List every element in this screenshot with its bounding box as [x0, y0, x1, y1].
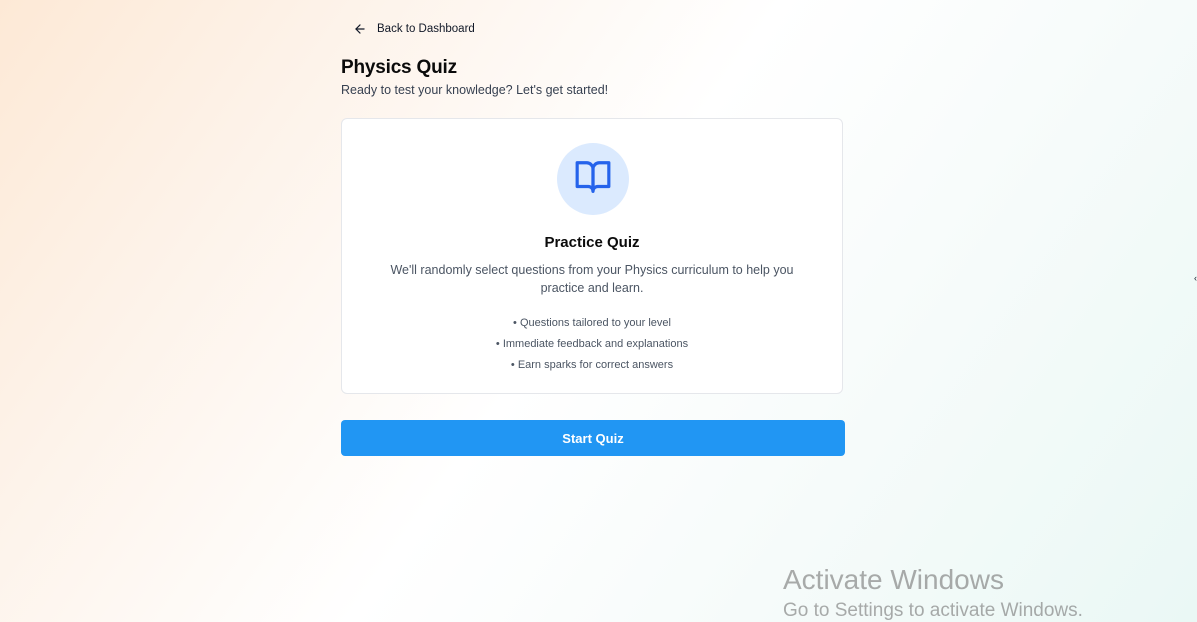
back-to-dashboard-link[interactable]: Back to Dashboard — [345, 17, 483, 41]
feature-item: Earn sparks for correct answers — [342, 355, 842, 376]
page-title: Physics Quiz — [341, 57, 457, 78]
card-title: Practice Quiz — [544, 234, 640, 251]
watermark-subtitle: Go to Settings to activate Windows. — [783, 600, 1083, 621]
watermark-title: Activate Windows — [783, 564, 1004, 595]
activate-windows-watermark: Activate Windows Go to Settings to activ… — [783, 563, 1083, 622]
arrow-left-icon — [353, 22, 367, 36]
page-subtitle: Ready to test your knowledge? Let's get … — [341, 83, 609, 97]
card-description: We'll randomly select questions from you… — [390, 263, 794, 295]
back-link-label: Back to Dashboard — [377, 23, 475, 35]
start-quiz-button[interactable]: Start Quiz — [341, 420, 845, 456]
icon-circle — [557, 143, 629, 215]
feature-list: Questions tailored to your level Immedia… — [342, 313, 842, 376]
practice-quiz-card: Practice Quiz We'll randomly select ques… — [341, 118, 843, 394]
feature-item: Immediate feedback and explanations — [342, 334, 842, 355]
open-book-icon — [574, 158, 612, 201]
feature-item: Questions tailored to your level — [342, 313, 842, 334]
